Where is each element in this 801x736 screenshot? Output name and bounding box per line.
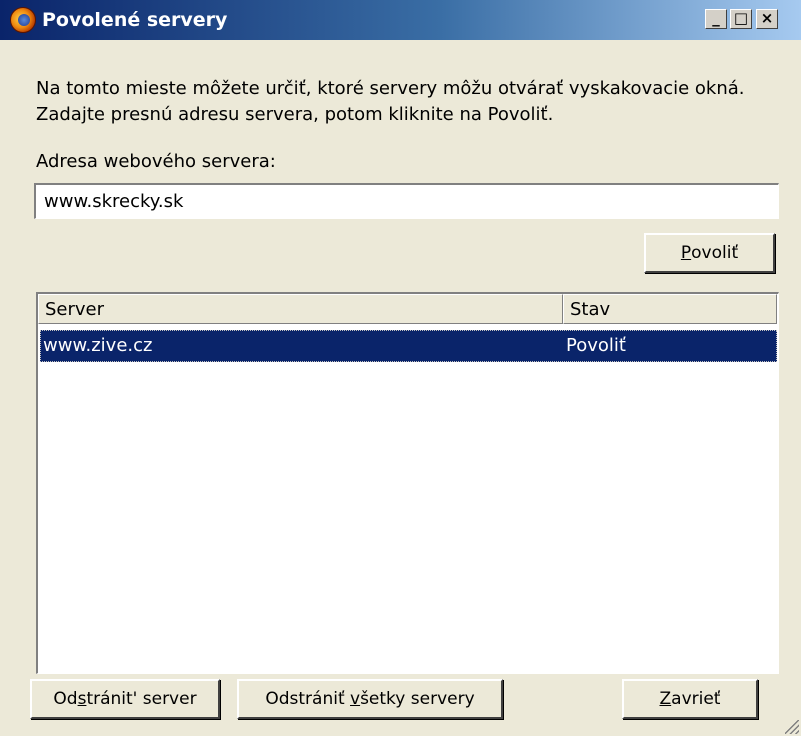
- minimize-button[interactable]: _: [705, 9, 727, 29]
- column-header-status[interactable]: Stav: [563, 294, 777, 324]
- remove-all-mnemonic: v: [350, 689, 361, 709]
- window-title: Povolené servery: [42, 9, 228, 31]
- remove-server-button[interactable]: Od s tránit' server: [30, 679, 220, 719]
- maximize-button[interactable]: □: [730, 9, 752, 29]
- server-list[interactable]: Server Stav www.zive.cz Povoliť: [36, 292, 779, 674]
- close-mnemonic: Z: [659, 689, 672, 709]
- allow-button-label: ovoliť: [691, 243, 739, 263]
- close-button[interactable]: Zavrieť: [622, 679, 758, 719]
- column-header-server[interactable]: Server: [38, 294, 563, 324]
- row-status: Povoliť: [566, 335, 626, 356]
- remove-all-label-a: Odstrániť: [265, 689, 351, 709]
- firefox-icon: [10, 7, 36, 33]
- table-row[interactable]: www.zive.cz Povoliť: [40, 330, 777, 362]
- title-bar[interactable]: Povolené servery _ □ ×: [0, 0, 801, 40]
- list-header: Server Stav: [38, 294, 777, 324]
- remove-server-mnemonic: s: [77, 689, 87, 709]
- remove-all-servers-button[interactable]: Odstrániť v šetky servery: [237, 679, 503, 719]
- allow-button-mnemonic: P: [680, 243, 692, 263]
- remove-all-label-b: šetky servery: [360, 689, 475, 709]
- row-server: www.zive.cz: [43, 335, 153, 356]
- close-window-button[interactable]: ×: [756, 9, 778, 29]
- description-text: Na tomto mieste môžete určiť, ktoré serv…: [36, 78, 745, 125]
- remove-server-label-b: tránit' server: [86, 689, 197, 709]
- address-input[interactable]: [34, 183, 779, 219]
- resize-grip-icon[interactable]: [785, 720, 799, 734]
- remove-server-label-a: Od: [53, 689, 78, 709]
- address-label: Adresa webového servera:: [36, 151, 276, 172]
- close-label: avrieť: [671, 689, 721, 709]
- allow-button[interactable]: Povoliť: [644, 233, 775, 273]
